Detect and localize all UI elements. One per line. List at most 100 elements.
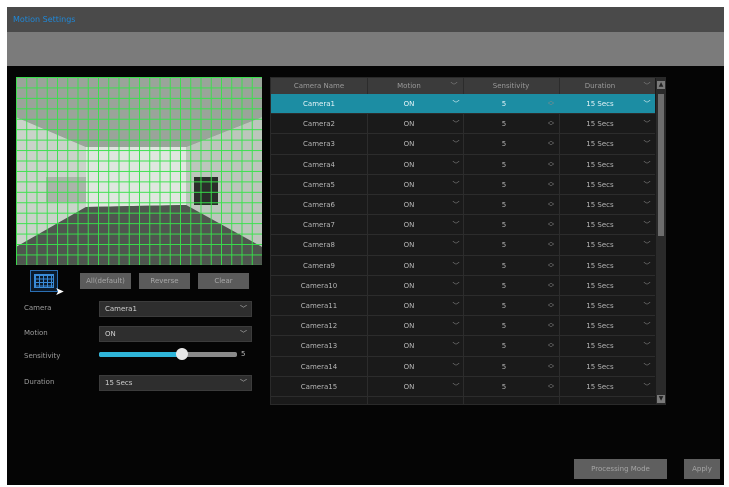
chevron-down-icon[interactable]: ﹀ bbox=[451, 235, 461, 255]
area-draw-tool-button[interactable] bbox=[30, 270, 58, 292]
sensitivity-spinner-icon[interactable]: ︿ ﹀ bbox=[547, 220, 555, 231]
table-row[interactable]: Camera8 ON ﹀ 5 ︿ ﹀ 15 Secs ﹀ bbox=[271, 235, 655, 256]
chevron-down-icon[interactable]: ﹀ bbox=[451, 377, 461, 397]
cell-motion[interactable]: ON bbox=[367, 134, 451, 154]
cell-motion[interactable]: ON bbox=[367, 296, 451, 316]
cell-duration[interactable]: 15 Secs bbox=[559, 276, 641, 296]
chevron-down-icon[interactable]: ﹀ bbox=[451, 134, 461, 154]
chevron-down-icon[interactable]: ﹀ bbox=[641, 134, 653, 154]
chevron-down-icon[interactable]: ﹀ bbox=[641, 235, 653, 255]
cell-duration[interactable]: 15 Secs bbox=[559, 256, 641, 276]
scroll-down-icon[interactable]: ▼ bbox=[657, 395, 665, 403]
chevron-down-icon[interactable]: ﹀ bbox=[451, 114, 461, 134]
scroll-up-icon[interactable]: ▲ bbox=[657, 81, 665, 89]
table-row[interactable]: Camera1 ON ﹀ 5 ︿ ﹀ 15 Secs ﹀ bbox=[271, 94, 655, 115]
cell-motion[interactable]: ON bbox=[367, 175, 451, 195]
chevron-down-icon[interactable]: ﹀ bbox=[641, 357, 653, 377]
chevron-down-icon[interactable]: ﹀ bbox=[451, 94, 461, 114]
chevron-down-icon[interactable]: ﹀ bbox=[641, 256, 653, 276]
table-row[interactable]: Camera11 ON ﹀ 5 ︿ ﹀ 15 Secs ﹀ bbox=[271, 296, 655, 317]
table-row[interactable]: Camera7 ON ﹀ 5 ︿ ﹀ 15 Secs ﹀ bbox=[271, 215, 655, 236]
cell-duration[interactable]: 15 Secs bbox=[559, 215, 641, 235]
table-row[interactable]: Camera3 ON ﹀ 5 ︿ ﹀ 15 Secs ﹀ bbox=[271, 134, 655, 155]
sensitivity-spinner-icon[interactable]: ︿ ﹀ bbox=[547, 381, 555, 392]
sensitivity-spinner-icon[interactable]: ︿ ﹀ bbox=[547, 361, 555, 372]
cell-motion[interactable]: ON bbox=[367, 235, 451, 255]
cell-duration[interactable]: 15 Secs bbox=[559, 155, 641, 175]
cell-duration[interactable]: 15 Secs bbox=[559, 336, 641, 356]
cell-sensitivity[interactable]: 5 bbox=[463, 235, 545, 255]
cell-duration[interactable]: 15 Secs bbox=[559, 357, 641, 377]
cell-motion[interactable]: ON bbox=[367, 155, 451, 175]
chevron-down-icon[interactable]: ﹀ bbox=[451, 155, 461, 175]
apply-button[interactable]: Apply bbox=[684, 459, 720, 479]
cell-duration[interactable]: 15 Secs bbox=[559, 235, 641, 255]
table-row[interactable]: Camera15 ON ﹀ 5 ︿ ﹀ 15 Secs ﹀ bbox=[271, 377, 655, 397]
chevron-down-icon[interactable]: ﹀ bbox=[641, 316, 653, 336]
cell-duration[interactable]: 15 Secs bbox=[559, 195, 641, 215]
sensitivity-slider[interactable] bbox=[99, 348, 237, 360]
cell-motion[interactable]: ON bbox=[367, 94, 451, 114]
table-row[interactable]: Camera5 ON ﹀ 5 ︿ ﹀ 15 Secs ﹀ bbox=[271, 175, 655, 195]
select-all-button[interactable]: All(default) bbox=[80, 273, 131, 289]
chevron-down-icon[interactable]: ﹀ bbox=[641, 175, 653, 195]
table-row[interactable]: Camera4 ON ﹀ 5 ︿ ﹀ 15 Secs ﹀ bbox=[271, 155, 655, 175]
sensitivity-spinner-icon[interactable]: ︿ ﹀ bbox=[547, 280, 555, 291]
reverse-button[interactable]: Reverse bbox=[139, 273, 190, 289]
chevron-down-icon[interactable]: ﹀ bbox=[641, 114, 653, 134]
cell-duration[interactable]: 15 Secs bbox=[559, 134, 641, 154]
cell-sensitivity[interactable]: 5 bbox=[463, 195, 545, 215]
cell-motion[interactable]: ON bbox=[367, 256, 451, 276]
camera-preview[interactable] bbox=[16, 77, 262, 265]
cell-motion[interactable]: ON bbox=[367, 215, 451, 235]
sensitivity-spinner-icon[interactable]: ︿ ﹀ bbox=[547, 119, 555, 130]
duration-select[interactable]: 15 Secs ﹀ bbox=[99, 375, 252, 391]
sensitivity-spinner-icon[interactable]: ︿ ﹀ bbox=[547, 139, 555, 150]
cell-motion[interactable]: ON bbox=[367, 195, 451, 215]
cell-duration[interactable]: 15 Secs bbox=[559, 94, 641, 114]
chevron-down-icon[interactable]: ﹀ bbox=[451, 296, 461, 316]
cell-sensitivity[interactable]: 5 bbox=[463, 256, 545, 276]
processing-mode-button[interactable]: Processing Mode bbox=[574, 459, 667, 479]
chevron-down-icon[interactable]: ﹀ bbox=[641, 155, 653, 175]
chevron-down-icon[interactable]: ﹀ bbox=[641, 195, 653, 215]
sensitivity-slider-handle[interactable] bbox=[175, 348, 188, 360]
cell-sensitivity[interactable]: 5 bbox=[463, 316, 545, 336]
chevron-down-icon[interactable]: ﹀ bbox=[451, 357, 461, 377]
table-row[interactable]: Camera9 ON ﹀ 5 ︿ ﹀ 15 Secs ﹀ bbox=[271, 256, 655, 276]
sensitivity-spinner-icon[interactable]: ︿ ﹀ bbox=[547, 240, 555, 251]
chevron-down-icon[interactable]: ﹀ bbox=[451, 215, 461, 235]
cell-motion[interactable]: ON bbox=[367, 357, 451, 377]
cell-duration[interactable]: 15 Secs bbox=[559, 114, 641, 134]
cell-sensitivity[interactable]: 5 bbox=[463, 276, 545, 296]
cell-sensitivity[interactable]: 5 bbox=[463, 296, 545, 316]
cell-motion[interactable]: ON bbox=[367, 336, 451, 356]
sensitivity-spinner-icon[interactable]: ︿ ﹀ bbox=[547, 179, 555, 190]
clear-button[interactable]: Clear bbox=[198, 273, 249, 289]
chevron-down-icon[interactable]: ﹀ bbox=[641, 276, 653, 296]
cell-duration[interactable]: 15 Secs bbox=[559, 316, 641, 336]
chevron-down-icon[interactable]: ﹀ bbox=[641, 94, 653, 114]
cell-sensitivity[interactable]: 5 bbox=[463, 94, 545, 114]
cell-sensitivity[interactable]: 5 bbox=[463, 175, 545, 195]
scrollbar-thumb[interactable] bbox=[658, 94, 664, 236]
motion-select[interactable]: ON ﹀ bbox=[99, 326, 252, 342]
cell-sensitivity[interactable]: 5 bbox=[463, 155, 545, 175]
cell-duration[interactable]: 15 Secs bbox=[559, 175, 641, 195]
table-row[interactable]: Camera10 ON ﹀ 5 ︿ ﹀ 15 Secs ﹀ bbox=[271, 276, 655, 296]
cell-sensitivity[interactable]: 5 bbox=[463, 134, 545, 154]
cell-duration[interactable]: 15 Secs bbox=[559, 296, 641, 316]
cell-motion[interactable]: ON bbox=[367, 316, 451, 336]
motion-detection-grid[interactable] bbox=[16, 77, 262, 265]
chevron-down-icon[interactable]: ﹀ bbox=[451, 195, 461, 215]
sensitivity-spinner-icon[interactable]: ︿ ﹀ bbox=[547, 260, 555, 271]
table-scrollbar[interactable]: ▲ ▼ bbox=[656, 78, 665, 404]
table-row[interactable]: Camera12 ON ﹀ 5 ︿ ﹀ 15 Secs ﹀ bbox=[271, 316, 655, 337]
chevron-down-icon[interactable]: ﹀ bbox=[451, 276, 461, 296]
chevron-down-icon[interactable]: ﹀ bbox=[641, 336, 653, 356]
camera-select[interactable]: Camera1 ﹀ bbox=[99, 301, 252, 317]
table-row[interactable]: Camera14 ON ﹀ 5 ︿ ﹀ 15 Secs ﹀ bbox=[271, 357, 655, 377]
cell-motion[interactable]: ON bbox=[367, 377, 451, 397]
chevron-down-icon[interactable]: ﹀ bbox=[641, 296, 653, 316]
cell-motion[interactable]: ON bbox=[367, 114, 451, 134]
